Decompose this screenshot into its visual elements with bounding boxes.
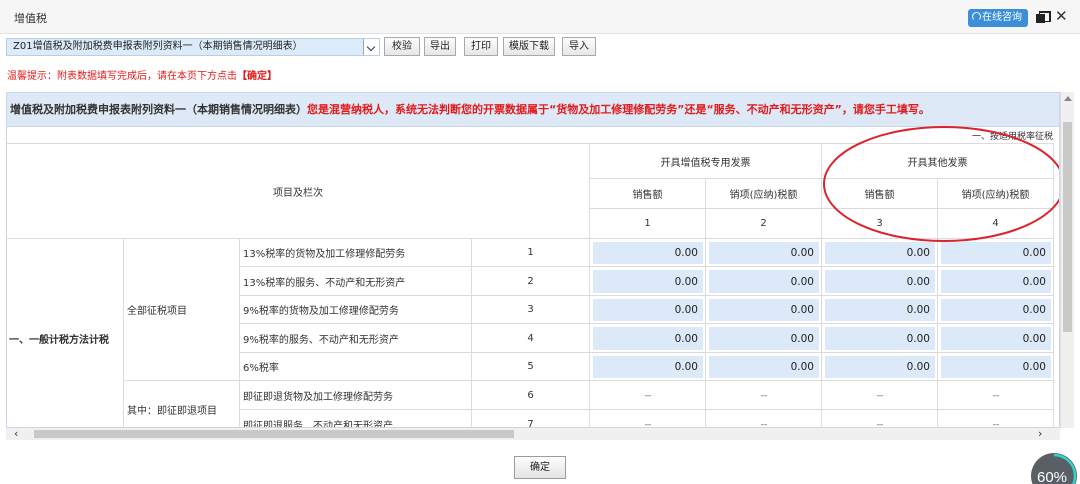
progress-badge: 60%: [1031, 453, 1077, 484]
horizontal-scroll-thumb[interactable]: [34, 430, 514, 438]
print-button[interactable]: 打印: [464, 37, 498, 56]
hint-confirm-word: 【确定】: [237, 71, 277, 82]
title-bar: 增值税 在线咨询 ✕: [0, 0, 1080, 34]
horizontal-scrollbar[interactable]: ‹ ›: [6, 427, 1060, 440]
toolbar: Z01增值税及附加税费申报表附列资料一（本期销售情况明细表） 校验 导出 打印 …: [0, 34, 1080, 62]
form-select-value: Z01增值税及附加税费申报表附列资料一（本期销售情况明细表）: [13, 41, 303, 52]
hint-text: 温馨提示：附表数据填写完成后，请在本页下方点击【确定】: [7, 67, 277, 82]
template-download-button[interactable]: 模版下载: [503, 37, 555, 56]
scroll-right-icon[interactable]: ›: [1038, 427, 1042, 440]
hint-body: 温馨提示：附表数据填写完成后，请在本页下方点击: [7, 71, 237, 82]
close-icon[interactable]: ✕: [1055, 8, 1068, 24]
form-select[interactable]: Z01增值税及附加税费申报表附列资料一（本期销售情况明细表）: [6, 38, 380, 56]
restore-window-icon[interactable]: [1036, 11, 1051, 23]
scroll-left-icon[interactable]: ‹: [14, 427, 18, 440]
online-consult-button[interactable]: 在线咨询: [968, 9, 1028, 27]
vertical-scroll-thumb[interactable]: [1063, 122, 1072, 332]
headset-icon: [972, 12, 981, 21]
import-button[interactable]: 导入: [562, 37, 596, 56]
online-consult-label: 在线咨询: [982, 12, 1022, 23]
window-title: 增值税: [14, 12, 47, 25]
report-panel: 增值税及附加税费申报表附列资料一（本期销售情况明细表）您是混营纳税人，系统无法判…: [6, 92, 1060, 428]
progress-text: 60%: [1037, 469, 1067, 484]
export-button[interactable]: 导出: [424, 37, 456, 56]
chevron-down-icon[interactable]: [363, 39, 379, 55]
scroll-up-icon[interactable]: [1064, 96, 1072, 101]
vertical-scrollbar[interactable]: [1060, 92, 1074, 428]
annotation-circle: [823, 126, 1059, 242]
confirm-button[interactable]: 确定: [514, 456, 566, 479]
validate-button[interactable]: 校验: [384, 37, 420, 56]
